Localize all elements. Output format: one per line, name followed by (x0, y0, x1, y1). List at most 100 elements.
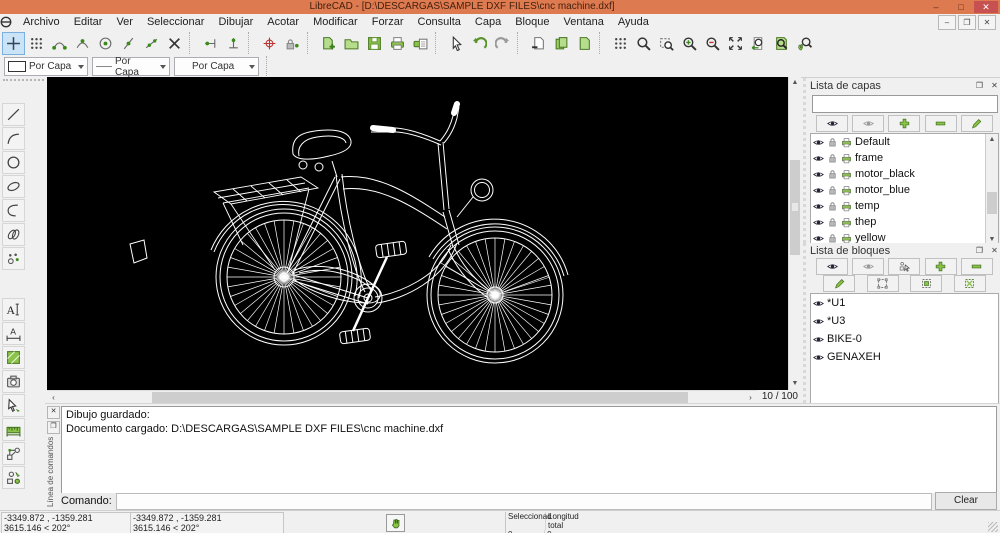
layer-visible-icon[interactable] (813, 217, 824, 228)
color-select[interactable]: Por Capa (4, 57, 88, 76)
tool-line-button[interactable] (2, 103, 25, 126)
menu-dibujar[interactable]: Dibujar (211, 14, 260, 30)
tool-ellipse-arc-button[interactable] (2, 223, 25, 246)
zoom-selected-button[interactable] (770, 32, 793, 55)
menu-bloque[interactable]: Bloque (508, 14, 556, 30)
block-row[interactable]: GENAXEH (811, 348, 998, 366)
snap-free-button[interactable] (2, 32, 25, 55)
layer-row[interactable]: Default (811, 134, 998, 150)
block-select-button[interactable] (888, 258, 920, 275)
scroll-up-icon[interactable]: ▲ (986, 134, 998, 146)
tool-text-button[interactable] (2, 298, 25, 321)
layers-list-scrollbar[interactable]: ▲ ▼ (985, 134, 998, 246)
scroll-up-icon[interactable]: ▲ (789, 77, 801, 89)
layer-row[interactable]: temp (811, 198, 998, 214)
layers-hide-all-button[interactable] (852, 115, 884, 132)
block-visible-icon[interactable] (813, 316, 824, 327)
snap-endpoint-button[interactable] (48, 32, 71, 55)
layer-remove-button[interactable] (925, 115, 957, 132)
layer-print-icon[interactable] (841, 185, 852, 196)
tool-block-edit-button[interactable] (2, 466, 25, 489)
tool-spline-button[interactable] (2, 199, 25, 222)
select-pointer-button[interactable] (445, 32, 468, 55)
layer-visible-icon[interactable] (813, 233, 824, 244)
resize-grip[interactable] (988, 522, 998, 532)
set-relative-zero-button[interactable] (258, 32, 281, 55)
snap-distance-button[interactable] (140, 32, 163, 55)
panel-float-icon[interactable]: ❐ (973, 80, 986, 93)
layer-print-icon[interactable] (841, 233, 852, 244)
layer-row[interactable]: motor_black (811, 166, 998, 182)
block-row[interactable]: *U3 (811, 312, 998, 330)
layer-edit-button[interactable] (961, 115, 993, 132)
block-edit-button[interactable] (867, 275, 899, 292)
block-remove-button[interactable] (961, 258, 993, 275)
dock-close-icon[interactable]: ✕ (47, 406, 60, 419)
layer-lock-icon[interactable] (827, 185, 838, 196)
layer-visible-icon[interactable] (813, 153, 824, 164)
canvas-horizontal-scrollbar[interactable]: ‹ › (47, 390, 757, 404)
layer-filter-input[interactable] (812, 95, 998, 113)
snap-on-entity-button[interactable] (71, 32, 94, 55)
snap-grid-button[interactable] (25, 32, 48, 55)
blocks-show-all-button[interactable] (816, 258, 848, 275)
open-document-button[interactable] (340, 32, 363, 55)
layer-print-icon[interactable] (841, 137, 852, 148)
block-visible-icon[interactable] (813, 298, 824, 309)
zoom-pan-button[interactable] (793, 32, 816, 55)
tool-circle-button[interactable] (2, 151, 25, 174)
close-drawing-button[interactable] (527, 32, 550, 55)
snap-intersection-button[interactable] (163, 32, 186, 55)
drawing-canvas[interactable] (47, 77, 788, 390)
horizontal-scroll-thumb[interactable] (152, 392, 688, 403)
menu-seleccionar[interactable]: Seleccionar (140, 14, 211, 30)
linewidth-select[interactable]: Por Capa (174, 57, 259, 76)
menu-forzar[interactable]: Forzar (365, 14, 411, 30)
layer-lock-icon[interactable] (827, 137, 838, 148)
block-visible-icon[interactable] (813, 334, 824, 345)
layer-print-icon[interactable] (841, 169, 852, 180)
menu-consulta[interactable]: Consulta (411, 14, 468, 30)
zoom-auto-button[interactable] (724, 32, 747, 55)
menu-archivo[interactable]: Archivo (16, 14, 67, 30)
menu-capa[interactable]: Capa (468, 14, 508, 30)
zoom-previous-button[interactable] (747, 32, 770, 55)
undo-button[interactable] (468, 32, 491, 55)
tool-block-create-button[interactable] (2, 442, 25, 465)
block-row[interactable]: BIKE-0 (811, 330, 998, 348)
save-document-button[interactable] (363, 32, 386, 55)
layers-scroll-thumb[interactable] (987, 192, 997, 214)
block-save-button[interactable] (910, 275, 942, 292)
pan-hand-button[interactable] (386, 514, 405, 532)
menu-ventana[interactable]: Ventana (556, 14, 610, 30)
tool-image-button[interactable] (2, 370, 25, 393)
zoom-window-button[interactable] (655, 32, 678, 55)
print-button[interactable] (386, 32, 409, 55)
layer-add-button[interactable] (888, 115, 920, 132)
dock-float-icon[interactable]: ❐ (47, 421, 60, 434)
titlebar[interactable]: LibreCAD - [D:\DESCARGAS\SAMPLE DXF FILE… (0, 0, 1000, 14)
layer-print-icon[interactable] (841, 153, 852, 164)
tool-ellipse-button[interactable] (2, 175, 25, 198)
tool-hatch-button[interactable] (2, 346, 25, 369)
block-visible-icon[interactable] (813, 352, 824, 363)
new-document-button[interactable] (317, 32, 340, 55)
tool-dimension-button[interactable] (2, 322, 25, 345)
layer-lock-icon[interactable] (827, 169, 838, 180)
tool-measure-button[interactable] (2, 418, 25, 441)
canvas-vertical-scrollbar[interactable]: ▲ ▼ (788, 77, 801, 390)
layer-visible-icon[interactable] (813, 201, 824, 212)
tool-select-button[interactable] (2, 394, 25, 417)
menu-ver[interactable]: Ver (109, 14, 140, 30)
tool-arc-button[interactable] (2, 127, 25, 150)
layer-lock-icon[interactable] (827, 217, 838, 228)
layer-visible-icon[interactable] (813, 137, 824, 148)
drawings-list-button[interactable] (550, 32, 573, 55)
mdi-restore-button[interactable]: ❐ (958, 15, 976, 30)
toolbar-drag-handle[interactable] (3, 79, 44, 85)
window-close-button[interactable]: ✕ (974, 1, 998, 13)
block-insert-button[interactable] (954, 275, 986, 292)
panel-float-icon[interactable]: ❐ (973, 245, 986, 258)
block-add-button[interactable] (925, 258, 957, 275)
layer-lock-icon[interactable] (827, 153, 838, 164)
